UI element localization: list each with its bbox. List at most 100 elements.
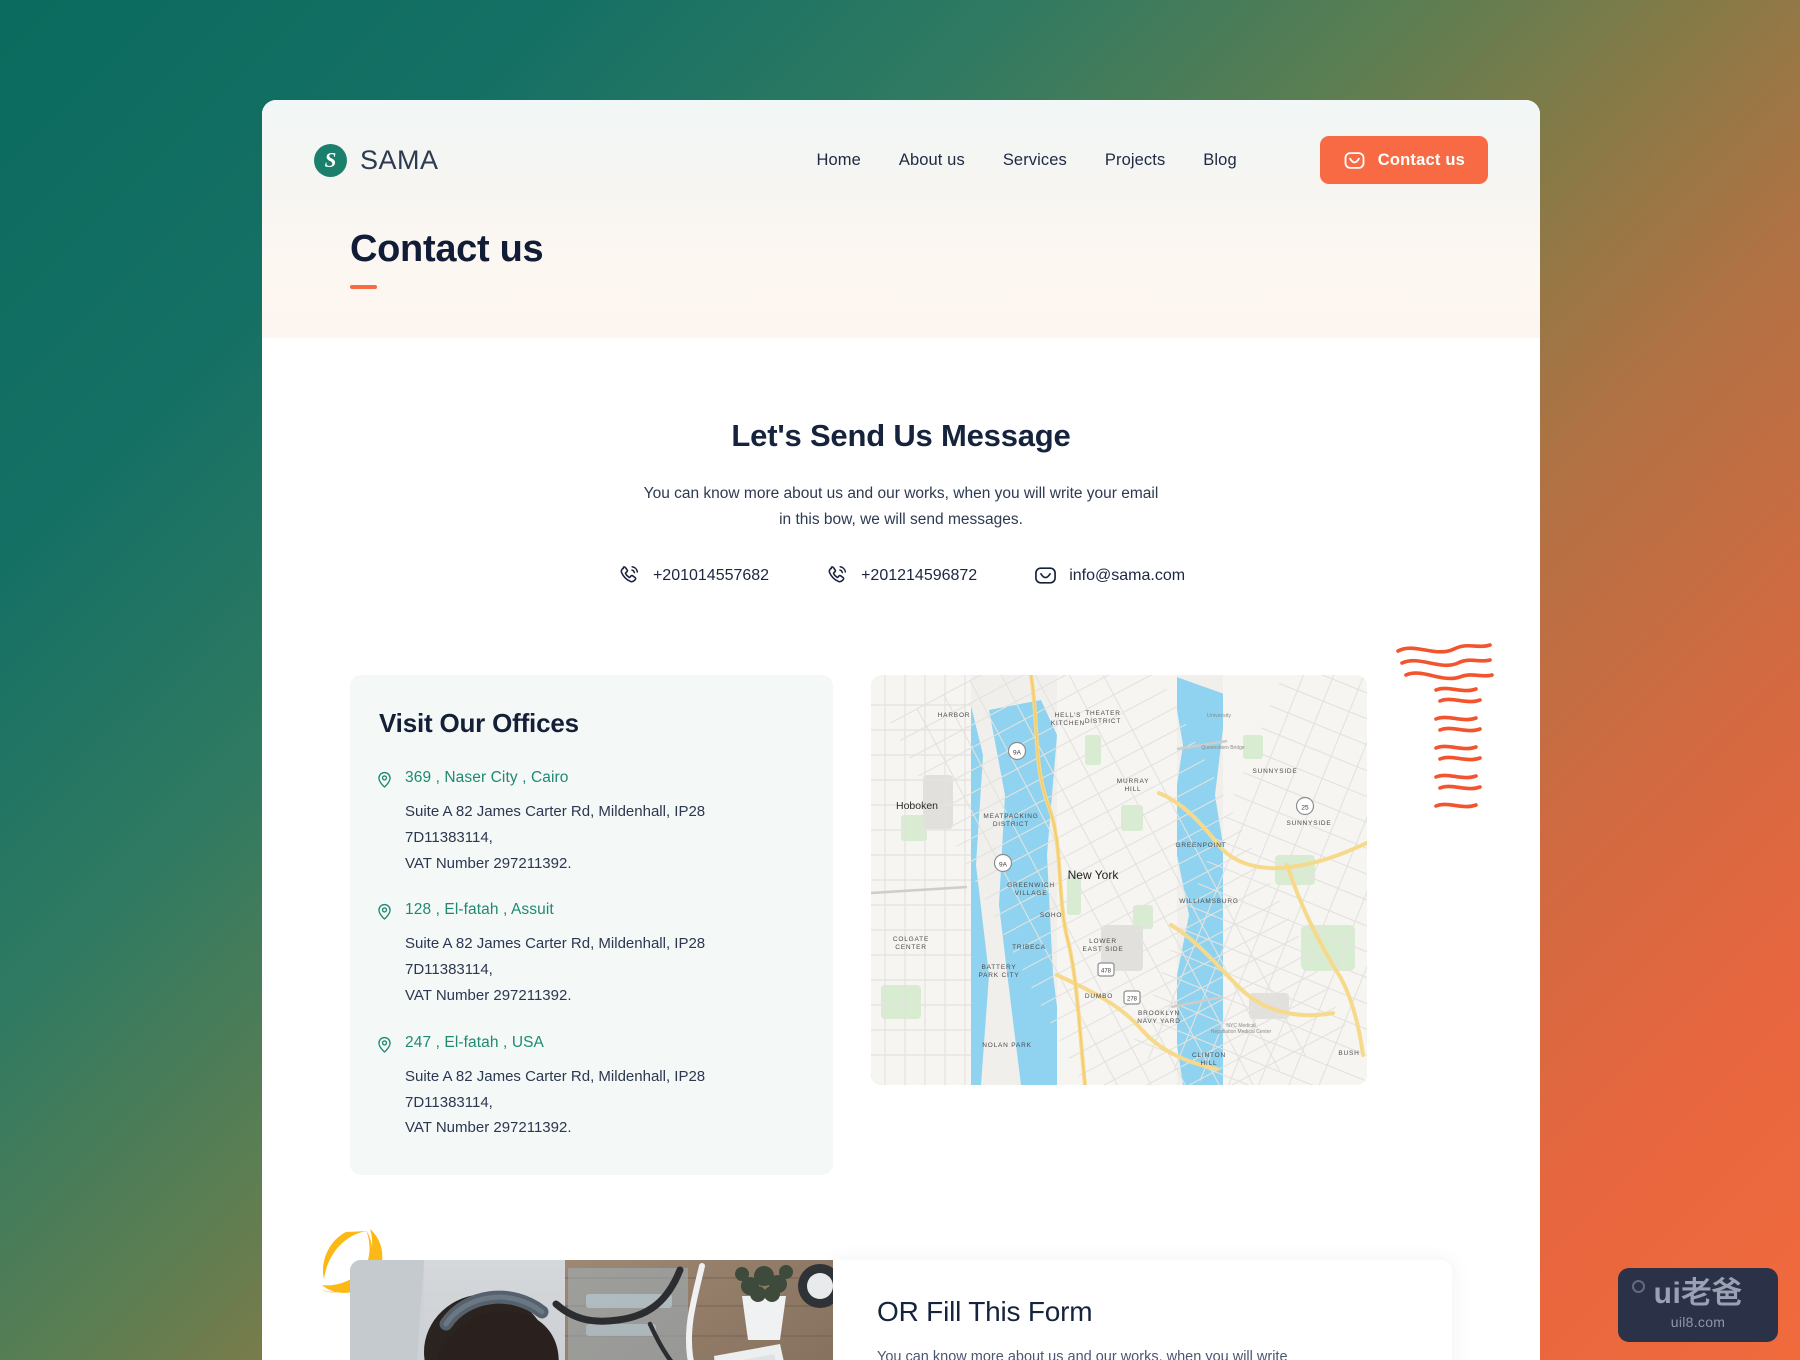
- svg-text:MEATPACKING: MEATPACKING: [983, 813, 1038, 820]
- nav-link-home[interactable]: Home: [816, 151, 860, 170]
- svg-text:BUSH: BUSH: [1338, 1050, 1359, 1057]
- svg-text:9A: 9A: [1013, 750, 1022, 757]
- svg-text:EAST SIDE: EAST SIDE: [1082, 946, 1123, 953]
- svg-text:HARBOR: HARBOR: [938, 712, 971, 719]
- office-address-line1: Suite A 82 James Carter Rd, Mildenhall, …: [405, 803, 706, 846]
- svg-text:DISTRICT: DISTRICT: [1085, 718, 1121, 725]
- page-title: Contact us: [350, 228, 544, 270]
- contact-us-button-label: Contact us: [1377, 150, 1465, 169]
- brand-name: SAMA: [360, 144, 439, 175]
- svg-text:New York: New York: [1068, 868, 1120, 882]
- location-pin-icon: [378, 904, 391, 921]
- office-title: 247 , El-fatah , USA: [405, 1033, 544, 1051]
- svg-text:PARK CITY: PARK CITY: [978, 972, 1019, 979]
- office-address: Suite A 82 James Carter Rd, Mildenhall, …: [405, 1064, 797, 1141]
- contact-phone-1[interactable]: +201014557682: [617, 563, 769, 588]
- nav-link-blog[interactable]: Blog: [1203, 151, 1236, 170]
- svg-text:THEATER: THEATER: [1085, 710, 1120, 717]
- office-item: 247 , El-fatah , USA Suite A 82 James Ca…: [375, 1034, 803, 1141]
- location-pin-icon: [378, 1036, 391, 1053]
- office-location-map[interactable]: 9A 9A 25 478 278 HARBOR HELL'S KITCHEN T…: [871, 675, 1367, 1086]
- contact-phone-2[interactable]: +201214596872: [825, 563, 977, 588]
- svg-text:SUNNYSIDE: SUNNYSIDE: [1252, 768, 1297, 775]
- contact-phone-2-value: +201214596872: [861, 566, 978, 584]
- office-address-line2: VAT Number 297211392.: [405, 854, 572, 872]
- nav-link-services[interactable]: Services: [1003, 151, 1067, 170]
- svg-text:HELL'S: HELL'S: [1055, 712, 1082, 719]
- location-pin-icon: [378, 772, 391, 788]
- svg-text:CENTER: CENTER: [895, 944, 927, 951]
- svg-text:HILL: HILL: [1125, 786, 1142, 793]
- form-paragraph: You can know more about us and our works…: [877, 1345, 1297, 1360]
- svg-text:25: 25: [1301, 805, 1309, 812]
- offices-map-row: Visit Our Offices 369 , Naser City , Cai…: [262, 588, 1540, 1176]
- form-paragraph-line1: You can know more about us and our works…: [877, 1349, 1288, 1360]
- office-head[interactable]: 247 , El-fatah , USA: [375, 1034, 803, 1054]
- svg-text:NAVY YARD: NAVY YARD: [1137, 1018, 1181, 1025]
- svg-text:278: 278: [1127, 997, 1138, 1003]
- office-title: 369 , Naser City , Cairo: [405, 769, 569, 787]
- svg-text:NOLAN PARK: NOLAN PARK: [982, 1042, 1031, 1049]
- envelope-icon: [1035, 567, 1057, 584]
- office-address-line2: VAT Number 297211392.: [405, 1119, 572, 1137]
- intro-paragraph: You can know more about us and our works…: [262, 481, 1540, 533]
- workspace-photo-graphic: [350, 1260, 833, 1360]
- logo-letter: S: [324, 147, 337, 172]
- office-address-line1: Suite A 82 James Carter Rd, Mildenhall, …: [405, 935, 706, 979]
- offices-card: Visit Our Offices 369 , Naser City , Cai…: [350, 675, 833, 1176]
- office-address-line1: Suite A 82 James Carter Rd, Mildenhall, …: [405, 1067, 706, 1111]
- hero-section: S SAMA Home About us Services Projects B…: [262, 100, 1540, 338]
- office-address: Suite A 82 James Carter Rd, Mildenhall, …: [405, 931, 797, 1008]
- svg-text:University: University: [1207, 713, 1231, 719]
- contact-email[interactable]: info@sama.com: [1033, 563, 1185, 588]
- intro-paragraph-line1: You can know more about us and our works…: [643, 485, 1159, 502]
- contact-us-button[interactable]: Contact us: [1319, 136, 1488, 184]
- svg-text:Queensboro Bridge: Queensboro Bridge: [1201, 745, 1245, 751]
- svg-text:9A: 9A: [999, 862, 1008, 869]
- office-title: 128 , El-fatah , Assuit: [405, 901, 554, 919]
- form-section: OR Fill This Form You can know more abou…: [262, 1229, 1540, 1360]
- svg-text:Negotiation Medical Center: Negotiation Medical Center: [1211, 1029, 1272, 1035]
- phone-ring-icon: [620, 566, 639, 583]
- offices-heading: Visit Our Offices: [379, 708, 579, 739]
- contact-methods-row: +201014557682 +201214596872 info@sama.co…: [262, 563, 1540, 588]
- svg-text:WILLIAMSBURG: WILLIAMSBURG: [1179, 898, 1238, 905]
- form-card: OR Fill This Form You can know more abou…: [833, 1260, 1452, 1360]
- phone-ring-icon: [828, 566, 847, 583]
- wavy-lines-decoration: [1396, 643, 1494, 809]
- svg-text:DISTRICT: DISTRICT: [993, 821, 1029, 828]
- contact-email-value: info@sama.com: [1069, 566, 1186, 584]
- intro-heading: Let's Send Us Message: [731, 418, 1071, 453]
- site-navbar: S SAMA Home About us Services Projects B…: [262, 100, 1540, 192]
- svg-text:KITCHEN: KITCHEN: [1051, 720, 1085, 727]
- office-head[interactable]: 128 , El-fatah , Assuit: [375, 901, 803, 921]
- contact-phone-1-value: +201014557682: [652, 566, 770, 584]
- svg-text:COLGATE: COLGATE: [893, 936, 929, 943]
- svg-text:Hoboken: Hoboken: [896, 800, 938, 812]
- form-heading: OR Fill This Form: [877, 1296, 1093, 1328]
- office-item: 369 , Naser City , Cairo Suite A 82 Jame…: [375, 769, 803, 876]
- watermark-sub-text: uil8.com: [1670, 1313, 1726, 1330]
- svg-text:VILLAGE: VILLAGE: [1015, 890, 1048, 897]
- svg-text:MURRAY: MURRAY: [1117, 778, 1150, 785]
- page-card: S SAMA Home About us Services Projects B…: [262, 100, 1540, 1360]
- map-wrap: 9A 9A 25 478 278 HARBOR HELL'S KITCHEN T…: [871, 643, 1494, 1175]
- contact-photo: [350, 1260, 833, 1360]
- svg-text:TRIBECA: TRIBECA: [1012, 944, 1046, 951]
- office-head[interactable]: 369 , Naser City , Cairo: [375, 769, 803, 789]
- uil8-watermark: ui老爸 uil8.com: [1618, 1268, 1778, 1342]
- nav-link-projects[interactable]: Projects: [1105, 151, 1165, 170]
- office-address: Suite A 82 James Carter Rd, Mildenhall, …: [405, 799, 797, 876]
- svg-text:HILL: HILL: [1201, 1060, 1218, 1067]
- brand-logo[interactable]: S SAMA: [314, 143, 439, 177]
- watermark-hole-icon: [1632, 1280, 1645, 1293]
- svg-text:LOWER: LOWER: [1089, 938, 1117, 945]
- svg-text:GREENWICH: GREENWICH: [1007, 882, 1055, 889]
- svg-text:SUNNYSIDE: SUNNYSIDE: [1286, 820, 1331, 827]
- svg-text:GREENPOINT: GREENPOINT: [1176, 842, 1227, 849]
- map-graphic: 9A 9A 25 478 278 HARBOR HELL'S KITCHEN T…: [871, 675, 1367, 1086]
- sama-logo-icon: S: [314, 143, 347, 177]
- svg-text:DUMBO: DUMBO: [1085, 993, 1113, 1000]
- office-item: 128 , El-fatah , Assuit Suite A 82 James…: [375, 901, 803, 1008]
- nav-link-about-us[interactable]: About us: [899, 151, 965, 170]
